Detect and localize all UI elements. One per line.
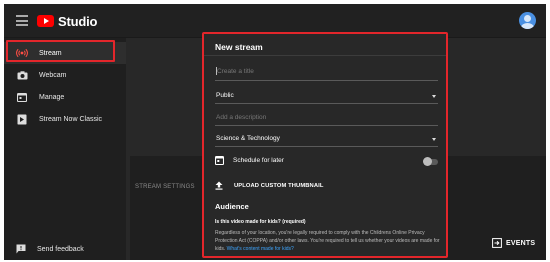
audience-heading: Audience [215,202,249,211]
description-placeholder: Add a description [216,114,267,121]
sidebar-item-label: Webcam [39,71,67,79]
description-input[interactable]: Add a description [215,111,438,126]
send-feedback-link[interactable]: Send feedback [16,244,84,254]
camera-icon [16,69,28,81]
sidebar-item-webcam[interactable]: Webcam [4,64,126,86]
events-button[interactable]: EVENTS [492,238,535,248]
visibility-value: Public [216,92,234,99]
chevron-down-icon [432,95,436,98]
dialog-title: New stream [215,42,263,52]
schedule-label: Schedule for later [233,156,284,164]
stream-highlight-box [6,40,115,62]
sidebar: Stream Webcam Manage Stream Now Classic [4,38,126,260]
calendar-icon [16,91,28,103]
send-feedback-label: Send feedback [37,245,84,253]
visibility-select[interactable]: Public [215,89,438,104]
app-title: Studio [58,13,98,29]
exit-to-icon [492,238,502,248]
sidebar-item-label: Stream Now Classic [39,115,103,123]
kids-question: Is this video made for kids? (required) [215,219,306,225]
hamburger-menu-icon[interactable] [16,15,28,26]
upload-thumbnail-button[interactable]: UPLOAD CUSTOM THUMBNAIL [215,181,323,190]
dialog-header: New stream [204,34,446,56]
youtube-play-icon [37,15,54,27]
schedule-row: Schedule for later [215,155,284,165]
sidebar-item-label: Manage [39,93,65,101]
new-stream-dialog: New stream Create a title Public Add a d… [202,32,448,258]
events-button-label: EVENTS [506,239,536,247]
stream-settings-label[interactable]: STREAM SETTINGS [135,184,195,190]
chevron-down-icon [432,138,436,141]
feedback-icon [16,244,26,254]
stream-now-icon [16,113,28,125]
avatar[interactable] [519,12,536,29]
category-value: Science & Technology [216,135,280,142]
sidebar-item-stream-now-classic[interactable]: Stream Now Classic [4,108,126,130]
sidebar-item-manage[interactable]: Manage [4,86,126,108]
upload-icon [215,181,223,190]
calendar-icon [215,155,224,165]
studio-logo[interactable]: Studio [37,13,97,29]
schedule-toggle[interactable] [423,157,438,166]
kids-description: Regardless of your location, you're lega… [215,229,441,253]
kids-content-link[interactable]: What's content made for kids? [227,246,294,252]
title-input[interactable]: Create a title [215,65,438,81]
title-placeholder: Create a title [217,68,254,75]
category-select[interactable]: Science & Technology [215,132,438,147]
upload-thumbnail-label: UPLOAD CUSTOM THUMBNAIL [234,182,324,189]
